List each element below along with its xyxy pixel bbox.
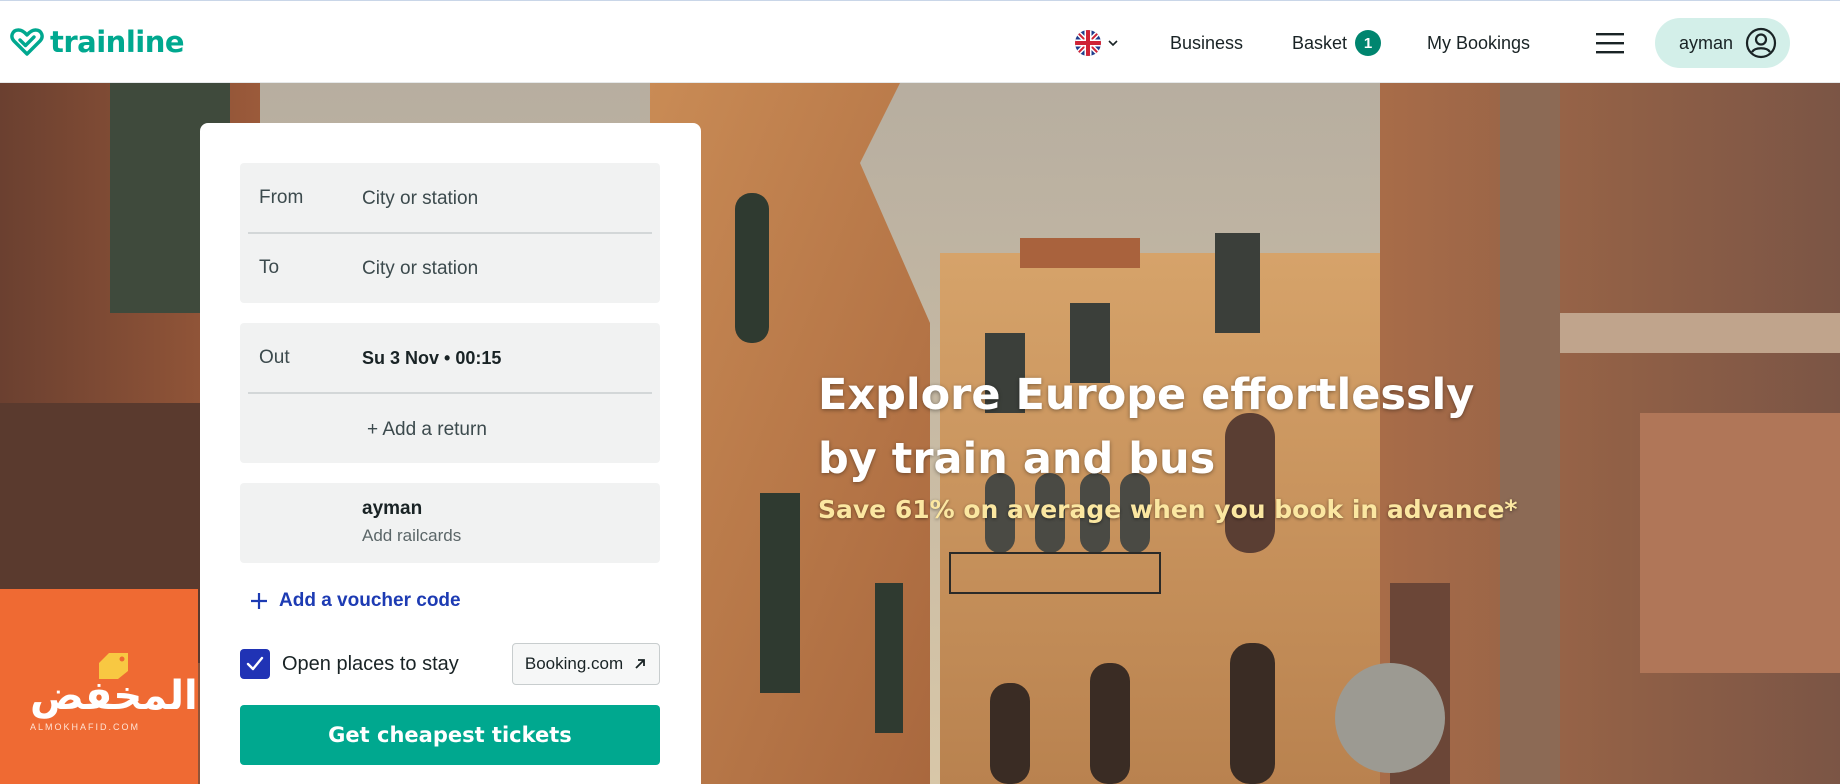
hamburger-icon bbox=[1596, 33, 1624, 54]
to-label: To bbox=[259, 257, 280, 278]
basket-label: Basket bbox=[1292, 32, 1348, 53]
places-to-stay-checkbox[interactable] bbox=[240, 649, 270, 679]
out-label: Out bbox=[259, 347, 290, 368]
date-fields: Out Su 3 Nov • 00:15 + Add a return bbox=[240, 323, 660, 463]
uk-flag-icon bbox=[1075, 30, 1101, 56]
checkmark-icon bbox=[246, 656, 264, 671]
language-selector[interactable] bbox=[1075, 18, 1119, 68]
passenger-field[interactable]: ayman Add railcards bbox=[240, 483, 660, 563]
my-bookings-label: My Bookings bbox=[1427, 32, 1531, 53]
from-input[interactable]: City or station bbox=[362, 188, 478, 210]
station-fields: From City or station To City or station bbox=[240, 163, 660, 303]
business-label: Business bbox=[1170, 32, 1244, 53]
from-label: From bbox=[259, 187, 304, 208]
trainline-logo[interactable]: trainline bbox=[10, 25, 185, 59]
places-to-stay-option[interactable]: Open places to stay bbox=[240, 649, 459, 679]
promo-subtitle: ALMOKHAFID.COM bbox=[30, 722, 141, 732]
logo-text: trainline bbox=[50, 25, 185, 59]
outbound-date-field[interactable]: Out Su 3 Nov • 00:15 bbox=[240, 323, 660, 393]
field-divider bbox=[248, 392, 652, 394]
to-input[interactable]: City or station bbox=[362, 258, 478, 280]
journey-search-card: From City or station To City or station … bbox=[200, 123, 701, 784]
from-field[interactable]: From City or station bbox=[240, 163, 660, 233]
hero-subline: Save 61% on average when you book in adv… bbox=[818, 495, 1518, 524]
account-name: ayman bbox=[1679, 32, 1734, 53]
nav-business-link[interactable]: Business bbox=[1170, 18, 1243, 68]
out-date-value: Su 3 Nov • 00:15 bbox=[362, 348, 502, 368]
places-to-stay-label: Open places to stay bbox=[282, 652, 459, 675]
cta-label: Get cheapest tickets bbox=[328, 723, 572, 747]
nav-basket-link[interactable]: Basket 1 bbox=[1292, 18, 1382, 68]
basket-count-badge: 1 bbox=[1355, 30, 1382, 56]
plus-icon bbox=[251, 593, 267, 609]
promo-title: المخفض bbox=[30, 673, 198, 719]
hamburger-menu-button[interactable] bbox=[1595, 18, 1625, 68]
promo-watermark-badge: المخفض ALMOKHAFID.COM bbox=[0, 589, 198, 784]
add-railcards-link[interactable]: Add railcards bbox=[362, 526, 461, 546]
external-link-arrow-icon bbox=[635, 659, 646, 669]
voucher-label: Add a voucher code bbox=[279, 590, 461, 611]
booking-com-link[interactable]: Booking.com bbox=[512, 643, 660, 685]
site-header: trainline Business Basket 1 My Bookings … bbox=[0, 1, 1840, 83]
chevron-down-icon bbox=[1108, 40, 1118, 47]
add-return-button[interactable]: + Add a return bbox=[367, 419, 487, 441]
booking-com-label: Booking.com bbox=[524, 654, 624, 673]
get-cheapest-tickets-button[interactable]: Get cheapest tickets bbox=[240, 705, 660, 765]
account-button[interactable]: ayman bbox=[1655, 18, 1790, 68]
heart-logo-icon bbox=[10, 28, 44, 56]
nav-my-bookings-link[interactable]: My Bookings bbox=[1427, 18, 1530, 68]
add-voucher-button[interactable]: Add a voucher code bbox=[249, 590, 461, 612]
to-field[interactable]: To City or station bbox=[240, 233, 660, 303]
hero-headline: Explore Europe effortlessly by train and… bbox=[818, 370, 1475, 484]
user-avatar-icon bbox=[1745, 27, 1777, 59]
passenger-name: ayman bbox=[362, 498, 423, 519]
